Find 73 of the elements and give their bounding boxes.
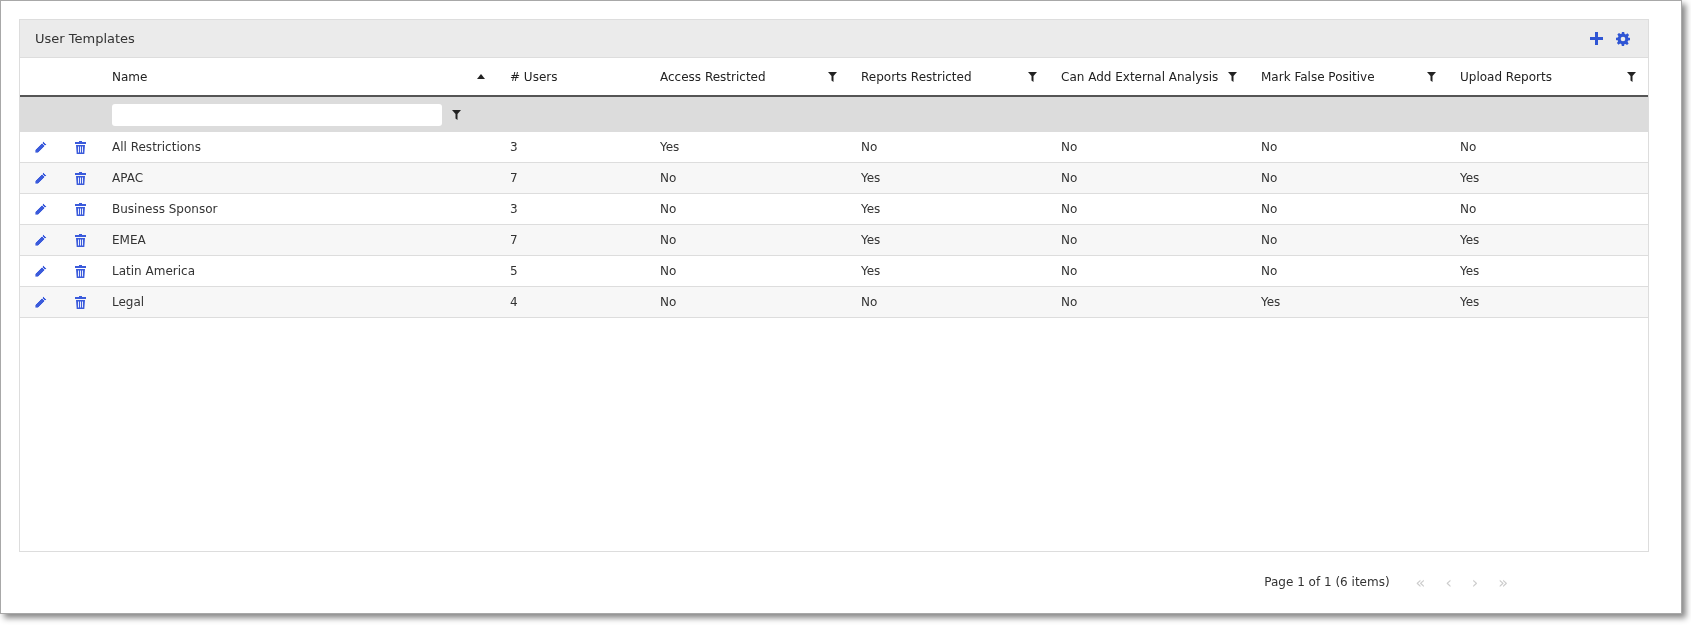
column-header[interactable]: Access Restricted — [660, 69, 766, 84]
pager-summary: Page 1 of 1 (6 items) — [1264, 575, 1390, 590]
table-cell: No — [1460, 140, 1477, 154]
edit-pencil-icon[interactable] — [33, 264, 47, 278]
table-cell: No — [660, 295, 677, 309]
table-cell: All Restrictions — [112, 140, 201, 154]
table-cell: Yes — [1261, 295, 1281, 309]
table-cell: 3 — [510, 140, 518, 154]
table-cell: No — [861, 140, 878, 154]
filter-icon[interactable] — [1427, 71, 1436, 82]
table-cell: No — [1061, 140, 1078, 154]
table-cell: No — [1061, 264, 1078, 278]
table-cell: No — [1261, 140, 1278, 154]
table-cell: 7 — [510, 233, 518, 247]
column-header[interactable]: Reports Restricted — [861, 69, 972, 84]
table-cell: No — [1460, 202, 1477, 216]
column-header[interactable]: Upload Reports — [1460, 69, 1552, 84]
table-cell: No — [1261, 264, 1278, 278]
panel-title: User Templates — [35, 31, 135, 46]
table-cell: Yes — [861, 233, 881, 247]
sort-arrow-icon[interactable] — [476, 73, 486, 80]
table-cell: Yes — [861, 202, 881, 216]
table-cell: Yes — [1460, 171, 1480, 185]
edit-pencil-icon[interactable] — [33, 295, 47, 309]
column-header[interactable]: Name — [112, 69, 148, 84]
filter-icon[interactable] — [828, 71, 837, 82]
table-cell: Yes — [861, 264, 881, 278]
table-cell: EMEA — [112, 233, 146, 247]
column-header[interactable]: Mark False Positive — [1261, 69, 1375, 84]
table-cell: Yes — [1460, 264, 1480, 278]
table-cell: No — [660, 233, 677, 247]
table-cell: No — [861, 295, 878, 309]
table-cell: APAC — [112, 171, 144, 185]
edit-pencil-icon[interactable] — [33, 171, 47, 185]
delete-trash-icon[interactable] — [74, 295, 86, 309]
table-cell: 5 — [510, 264, 518, 278]
table-cell: No — [1261, 202, 1278, 216]
delete-trash-icon[interactable] — [74, 264, 86, 278]
filter-icon[interactable] — [452, 109, 461, 120]
delete-trash-icon[interactable] — [74, 202, 86, 216]
delete-trash-icon[interactable] — [74, 171, 86, 185]
table-cell: Yes — [1460, 233, 1480, 247]
filter-icon[interactable] — [1228, 71, 1237, 82]
table-cell: Yes — [861, 171, 881, 185]
table-cell: No — [660, 171, 677, 185]
table-cell: No — [660, 264, 677, 278]
settings-icon[interactable] — [1616, 31, 1630, 46]
table-cell: Yes — [660, 140, 680, 154]
table-cell: No — [1061, 233, 1078, 247]
table-cell: Legal — [112, 295, 145, 309]
table-cell: Latin America — [112, 264, 195, 278]
delete-trash-icon[interactable] — [74, 233, 86, 247]
edit-pencil-icon[interactable] — [33, 202, 47, 216]
edit-pencil-icon[interactable] — [33, 233, 47, 247]
table-cell: 4 — [510, 295, 518, 309]
table-cell: Yes — [1460, 295, 1480, 309]
table-cell: No — [1061, 171, 1078, 185]
table-cell: 3 — [510, 202, 518, 216]
filter-icon[interactable] — [1028, 71, 1037, 82]
column-header[interactable]: Can Add External Analysis — [1061, 69, 1219, 84]
table-cell: 7 — [510, 171, 518, 185]
column-header[interactable]: # Users — [510, 69, 558, 84]
table-cell: Business Sponsor — [112, 202, 218, 216]
table-cell: No — [1061, 202, 1078, 216]
table-cell: No — [1261, 233, 1278, 247]
delete-trash-icon[interactable] — [74, 140, 86, 154]
table-cell: No — [1261, 171, 1278, 185]
table-cell: No — [1061, 295, 1078, 309]
filter-icon[interactable] — [1627, 71, 1636, 82]
name-filter-field[interactable] — [112, 103, 442, 126]
add-icon[interactable] — [1590, 32, 1603, 45]
table-cell: No — [660, 202, 677, 216]
edit-pencil-icon[interactable] — [33, 140, 47, 154]
